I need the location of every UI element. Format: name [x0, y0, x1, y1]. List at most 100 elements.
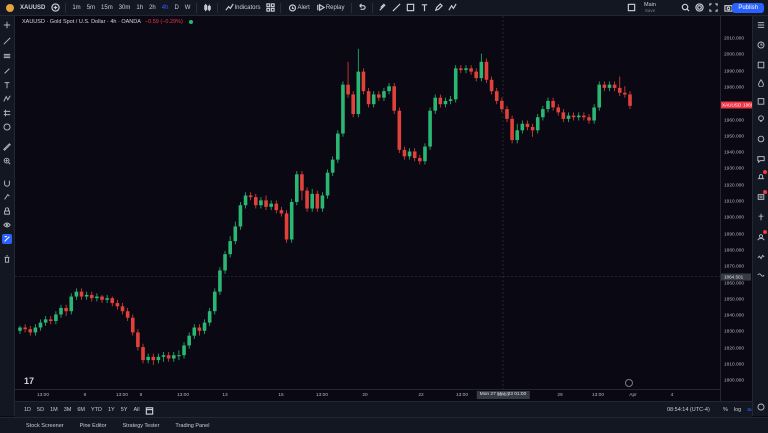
magnet-icon[interactable] [2, 178, 12, 188]
candle-body [561, 112, 566, 119]
compare-add-icon[interactable] [48, 0, 62, 16]
order-panel-icon[interactable] [756, 212, 766, 222]
text-tool-icon[interactable] [2, 80, 12, 90]
crosshair-cursor-icon[interactable] [2, 20, 12, 30]
range-5d[interactable]: 5D [34, 407, 47, 413]
rectangle-icon[interactable] [404, 0, 418, 16]
trend-line-icon[interactable] [390, 0, 404, 16]
tradingview-logo-icon[interactable]: 17 [24, 376, 34, 386]
stay-drawing-mode-icon[interactable] [2, 192, 12, 202]
trash-icon[interactable] [2, 254, 12, 264]
path-icon[interactable] [446, 0, 460, 16]
pulse-chart-icon[interactable] [756, 252, 766, 262]
streams-icon[interactable] [756, 134, 766, 144]
pattern-tool-icon[interactable] [2, 94, 12, 104]
candle-body [156, 356, 161, 361]
trend-line-tool-icon[interactable] [2, 36, 12, 46]
measure-tool-icon[interactable] [2, 108, 12, 118]
footer-tab-trading-panel[interactable]: Trading Panel [167, 423, 217, 429]
interval-2h[interactable]: 2h [146, 5, 159, 11]
footer-tab-stock-screener[interactable]: Stock Screener [18, 423, 72, 429]
lock-icon[interactable] [2, 206, 12, 216]
notifications-icon[interactable] [756, 170, 767, 182]
interval-d[interactable]: D [171, 5, 181, 11]
timezone-clock[interactable]: 08:54:14 (UTC-4) [667, 407, 710, 413]
range-ytd[interactable]: YTD [88, 407, 105, 413]
templates-grid-icon[interactable] [263, 0, 277, 16]
watchlist-icon[interactable] [756, 20, 766, 30]
range-group: 1D 5D 1M 3M 6M YTD 1Y 5Y All [21, 407, 143, 413]
emoji-icon[interactable] [2, 122, 12, 132]
brush-tool-icon[interactable] [2, 66, 12, 76]
candle-body [115, 303, 120, 307]
zoom-in-icon[interactable] [2, 156, 12, 166]
alert-button[interactable]: Alert [284, 0, 312, 16]
footer-tab-strategy-tester[interactable]: Strategy Tester [115, 423, 168, 429]
range-6m[interactable]: 6M [74, 407, 88, 413]
chats-icon[interactable] [756, 154, 766, 164]
ideas-bulb-icon[interactable] [756, 114, 766, 124]
candle-body [371, 94, 376, 105]
help-icon[interactable] [756, 270, 766, 280]
range-1m[interactable]: 1M [47, 407, 61, 413]
data-window-icon[interactable] [756, 60, 766, 70]
fullscreen-icon[interactable] [706, 0, 720, 16]
interval-1h[interactable]: 1h [133, 5, 146, 11]
interval-w[interactable]: W [182, 5, 194, 11]
date-range-calendar-icon[interactable] [143, 402, 157, 418]
candle-body [428, 110, 432, 147]
footer-tab-pine-editor[interactable]: Pine Editor [72, 423, 115, 429]
alerts-clock-icon[interactable] [756, 40, 766, 50]
interval-15m[interactable]: 15m [98, 5, 116, 11]
indicators-button[interactable]: Indicators [221, 0, 263, 16]
text-tool-icon[interactable] [418, 0, 432, 16]
news-icon[interactable] [756, 190, 767, 202]
screen-layout-icon[interactable] [624, 0, 638, 16]
hotlists-flame-icon[interactable] [756, 78, 766, 88]
ruler-icon[interactable] [2, 142, 12, 152]
range-5y[interactable]: 5Y [118, 407, 131, 413]
layout-save-label: Save [644, 8, 656, 13]
range-3m[interactable]: 3M [61, 407, 75, 413]
interval-4h[interactable]: 4h [159, 5, 172, 11]
range-all[interactable]: All [130, 407, 142, 413]
community-icon[interactable] [756, 230, 767, 242]
candles-chart-type-icon[interactable] [200, 0, 214, 16]
range-1d[interactable]: 1D [21, 407, 34, 413]
interval-30m[interactable]: 30m [116, 5, 134, 11]
price-tick-label: 1940.000 [724, 150, 745, 156]
percent-scale-toggle[interactable]: % [723, 407, 728, 413]
candle-body [407, 151, 412, 157]
interval-1m[interactable]: 1m [69, 5, 83, 11]
brush-icon[interactable] [376, 0, 390, 16]
candlestick-chart[interactable] [15, 16, 720, 389]
log-scale-toggle[interactable]: log [734, 407, 741, 413]
undo-icon[interactable] [355, 0, 369, 16]
range-1y[interactable]: 1Y [105, 407, 118, 413]
go-to-realtime-icon[interactable] [625, 379, 633, 387]
symbol-search-button[interactable]: XAUUSD [17, 0, 48, 16]
pencil-icon[interactable] [432, 0, 446, 16]
symbol-legend[interactable]: XAUUSD · Gold Spot / U.S. Dollar · 4h · … [22, 19, 193, 25]
horizontal-lines-tool-icon[interactable] [2, 51, 12, 61]
time-tick-label: 13:00 [591, 393, 605, 398]
replay-button[interactable]: Replay [313, 0, 348, 16]
eye-visibility-icon[interactable] [2, 220, 12, 230]
candle-body [182, 345, 186, 356]
layout-menu-button[interactable]: Main Save [644, 2, 656, 14]
settings-gear-icon[interactable] [692, 0, 706, 16]
candle-body [479, 61, 484, 79]
candle-body [617, 87, 622, 93]
calendar-icon[interactable] [756, 96, 766, 106]
candle-body [279, 210, 284, 214]
search-icon[interactable] [678, 0, 692, 16]
expand-panel-icon[interactable] [756, 402, 766, 412]
chart-pane[interactable] [15, 16, 720, 401]
candle-body [361, 71, 366, 92]
time-tick-label: 13:00 [36, 393, 50, 398]
candle-body [120, 306, 125, 312]
interval-5m[interactable]: 5m [84, 5, 98, 11]
object-tree-icon[interactable] [2, 234, 12, 244]
price-axis[interactable]: 1800.000 1810.000 1820.000 1830.000 1840.000… [720, 16, 764, 401]
publish-button[interactable]: Publish [732, 3, 764, 13]
